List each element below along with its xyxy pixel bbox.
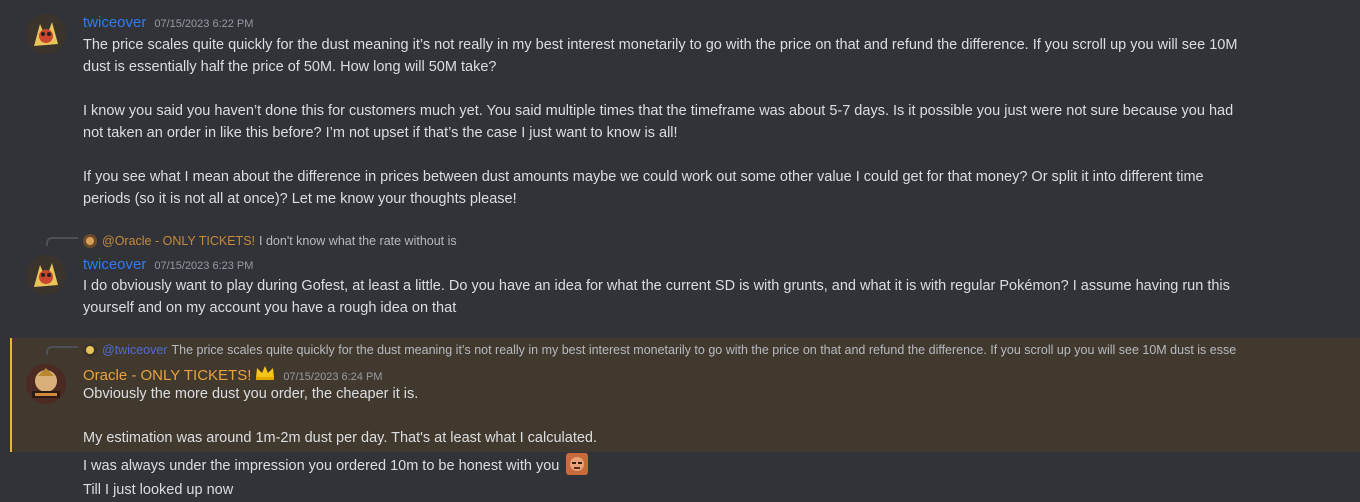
message-text: periods (so it is not all at once)? Let …: [83, 191, 517, 207]
message-text: I do obviously want to play during Gofes…: [83, 278, 1230, 294]
message-text: If you see what I mean about the differe…: [83, 169, 1204, 185]
message-text-with-emoji: I was always under the impression you or…: [83, 453, 1300, 477]
reply-preview[interactable]: @Oracle - ONLY TICKETS! I don't know wha…: [83, 233, 457, 249]
timestamp[interactable]: 07/15/2023 6:24 PM: [283, 371, 382, 383]
timestamp[interactable]: 07/15/2023 6:23 PM: [154, 260, 253, 272]
message-text: The price scales quite quickly for the d…: [83, 37, 1238, 53]
username[interactable]: twiceover: [83, 14, 146, 31]
timestamp[interactable]: 07/15/2023 6:22 PM: [154, 18, 253, 30]
reply-text: I don't know what the rate without is: [259, 234, 457, 248]
message-header: Oracle - ONLY TICKETS! 07/15/2023 6:24 P…: [83, 364, 382, 384]
username[interactable]: Oracle - ONLY TICKETS!: [83, 367, 251, 384]
message-header: twiceover 07/15/2023 6:23 PM: [83, 256, 253, 273]
message-text: not taken an order in like this before? …: [83, 125, 678, 141]
message-text: I was always under the impression you or…: [83, 458, 560, 474]
reply-avatar: [83, 343, 97, 357]
face-emoji-icon[interactable]: [566, 453, 589, 475]
message-text: Till I just looked up now: [83, 482, 234, 498]
reply-connector: [46, 346, 78, 355]
message-header: twiceover 07/15/2023 6:22 PM: [83, 14, 253, 31]
message-text: I know you said you haven’t done this fo…: [83, 103, 1234, 119]
message-text: dust is essentially half the price of 50…: [83, 59, 497, 75]
avatar[interactable]: [26, 14, 66, 54]
message-text: Obviously the more dust you order, the c…: [83, 386, 419, 402]
message-text: My estimation was around 1m-2m dust per …: [83, 430, 597, 446]
message-text: yourself and on my account you have a ro…: [83, 300, 457, 316]
avatar[interactable]: [26, 364, 66, 404]
reply-connector: [46, 237, 78, 246]
reply-text: The price scales quite quickly for the d…: [171, 343, 1237, 357]
avatar[interactable]: [26, 255, 66, 295]
reply-mention[interactable]: @twiceover: [102, 343, 168, 357]
reply-mention[interactable]: @Oracle - ONLY TICKETS!: [102, 234, 255, 248]
username[interactable]: twiceover: [83, 256, 146, 273]
crown-icon: [255, 364, 275, 380]
reply-preview[interactable]: @twiceover The price scales quite quickl…: [83, 342, 1315, 358]
reply-avatar: [83, 234, 97, 248]
